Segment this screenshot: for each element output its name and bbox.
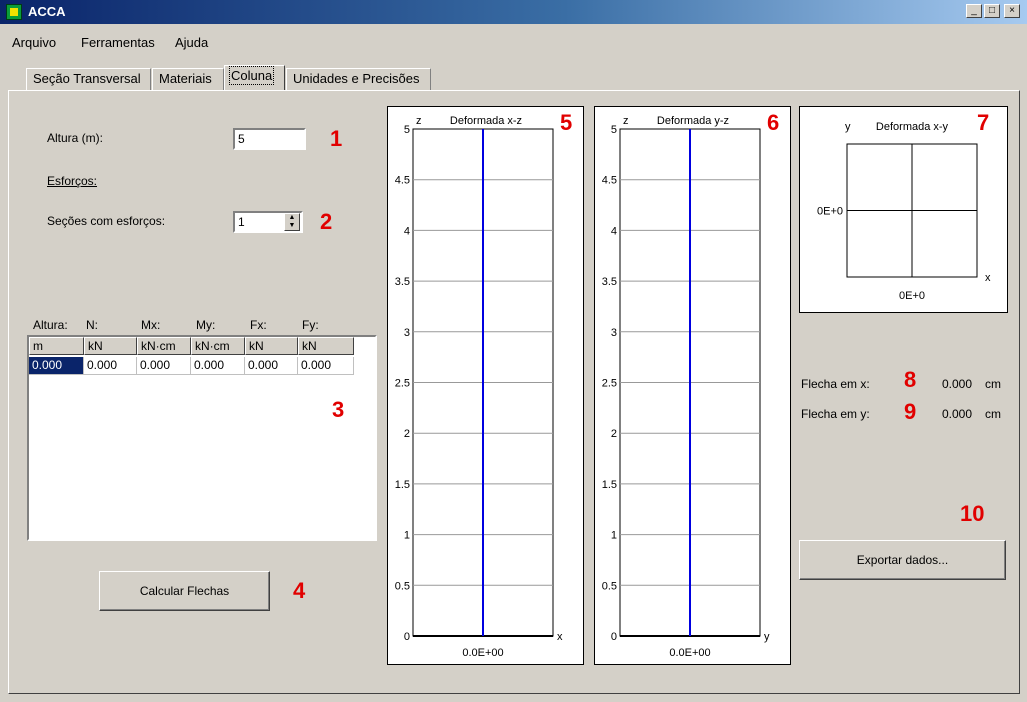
xy-y-tick-label: 0E+0 <box>817 206 843 218</box>
xz-y-tick-label: 2.5 <box>395 378 410 390</box>
menu-arquivo[interactable]: Arquivo <box>12 35 56 50</box>
spin-up-icon[interactable]: ▲ <box>285 214 299 222</box>
xz-y-tick-label: 0.5 <box>395 580 410 592</box>
plot-deformada-xy: y Deformada x-y 0E+0 x 0E+0 <box>799 106 1008 313</box>
yz-vaxis-label: z <box>623 115 629 127</box>
flecha-y-value: 0.000 <box>942 407 973 421</box>
grid-header-unit[interactable]: kN·cm <box>137 337 191 355</box>
tab-coluna-label: Coluna <box>228 66 275 85</box>
app-icon <box>6 4 22 20</box>
flecha-x-value: 0.000 <box>942 377 973 391</box>
yz-y-tick-label: 1 <box>611 530 617 542</box>
annotation-10: 10 <box>960 501 985 526</box>
xz-x-tick-label: 0.0E+00 <box>462 647 503 659</box>
grid-cell[interactable]: 0.000 <box>298 357 354 375</box>
grid-header-unit[interactable]: kN <box>298 337 354 355</box>
menu-ferramentas[interactable]: Ferramentas <box>81 35 155 50</box>
xz-y-tick-label: 4.5 <box>395 175 410 187</box>
grid-label-fx: Fx: <box>250 318 267 332</box>
flecha-x-unit: cm <box>985 377 1001 391</box>
xy-x-tick-label: 0E+0 <box>899 290 925 302</box>
xz-y-tick-label: 0 <box>404 631 410 643</box>
spin-down-icon[interactable]: ▼ <box>285 222 299 230</box>
xz-title: Deformada x-z <box>450 115 522 127</box>
chart-xz-svg: 5 4.5 4 3.5 3 2.5 2 1.5 1 0.5 0 z Deformada x-z x 0.0E… <box>395 115 563 659</box>
grid-header-unit[interactable]: kN <box>245 337 298 355</box>
xz-y-tick-label: 2 <box>404 428 410 440</box>
grid-header-unit[interactable]: m <box>29 337 84 355</box>
yz-y-tick-label: 0.5 <box>602 580 617 592</box>
grid-header-unit[interactable]: kN·cm <box>191 337 245 355</box>
xz-y-tick-label: 5 <box>404 124 410 136</box>
esforcos-label: Esforços: <box>47 174 98 188</box>
yz-title: Deformada y-z <box>657 115 729 127</box>
xz-vaxis-label: z <box>416 115 422 127</box>
yz-haxis-label: y <box>764 631 770 643</box>
close-button[interactable]: × <box>1004 4 1020 18</box>
plot-deformada-xz: 5 4.5 4 3.5 3 2.5 2 1.5 1 0.5 0 z Deformada x-z x 0.0E… <box>387 106 584 665</box>
esforcos-grid[interactable]: m kN kN·cm kN·cm kN kN 0.000 0.000 0.000… <box>27 335 377 541</box>
xy-title: Deformada x-y <box>876 121 949 133</box>
tab-secao-transversal[interactable]: Seção Transversal <box>26 68 151 90</box>
xz-y-tick-label: 1 <box>404 530 410 542</box>
xy-vaxis-label: y <box>845 121 851 133</box>
grid-cell[interactable]: 0.000 <box>29 357 84 375</box>
menu-ajuda[interactable]: Ajuda <box>175 35 208 50</box>
grid-label-mx: Mx: <box>141 318 161 332</box>
yz-y-tick-label: 4.5 <box>602 175 617 187</box>
xz-y-tick-label: 4 <box>404 225 410 237</box>
altura-label: Altura (m): <box>47 131 104 145</box>
chart-xy-svg: y Deformada x-y 0E+0 x 0E+0 <box>817 121 991 302</box>
grid-cell[interactable]: 0.000 <box>84 357 137 375</box>
xy-haxis-label: x <box>985 272 991 284</box>
plot-deformada-yz: 5 4.5 4 3.5 3 2.5 2 1.5 1 0.5 0 z Deformada y-z y 0.0E… <box>594 106 791 665</box>
chart-yz-svg: 5 4.5 4 3.5 3 2.5 2 1.5 1 0.5 0 z Deformada y-z y 0.0E… <box>602 115 770 659</box>
grid-label-n: N: <box>86 318 98 332</box>
grid-cell[interactable]: 0.000 <box>137 357 191 375</box>
xz-haxis-label: x <box>557 631 563 643</box>
grid-label-altura: Altura: <box>33 318 68 332</box>
yz-y-tick-label: 3 <box>611 327 617 339</box>
maximize-button[interactable]: □ <box>984 4 1000 18</box>
yz-y-tick-label: 4 <box>611 225 617 237</box>
altura-input[interactable]: 5 <box>233 128 306 150</box>
annotation-6: 6 <box>767 110 780 135</box>
flecha-y-label: Flecha em y: <box>801 407 870 421</box>
tab-coluna[interactable]: Coluna <box>224 65 285 90</box>
yz-y-tick-label: 2 <box>611 428 617 440</box>
annotation-2: 2 <box>320 209 333 234</box>
tab-materiais[interactable]: Materiais <box>152 68 224 90</box>
xz-y-tick-label: 3 <box>404 327 410 339</box>
annotation-4: 4 <box>293 578 306 603</box>
grid-header-unit[interactable]: kN <box>84 337 137 355</box>
exportar-dados-button[interactable]: Exportar dados... <box>799 540 1006 580</box>
annotation-9: 9 <box>904 399 917 424</box>
yz-y-tick-label: 0 <box>611 631 617 643</box>
grid-label-fy: Fy: <box>302 318 319 332</box>
flecha-y-unit: cm <box>985 407 1001 421</box>
xz-y-tick-label: 1.5 <box>395 479 410 491</box>
grid-cell[interactable]: 0.000 <box>191 357 245 375</box>
tab-unidades-precisoes[interactable]: Unidades e Precisões <box>286 68 431 90</box>
grid-cell[interactable]: 0.000 <box>245 357 298 375</box>
yz-x-tick-label: 0.0E+00 <box>669 647 710 659</box>
secoes-spin-buttons[interactable]: ▲ ▼ <box>284 213 300 231</box>
annotation-5: 5 <box>560 110 573 135</box>
annotation-7: 7 <box>977 110 990 135</box>
annotation-1: 1 <box>330 126 343 151</box>
secoes-label: Seções com esforços: <box>47 214 166 228</box>
flecha-x-label: Flecha em x: <box>801 377 870 391</box>
yz-y-tick-label: 5 <box>611 124 617 136</box>
yz-y-tick-label: 1.5 <box>602 479 617 491</box>
yz-y-tick-label: 3.5 <box>602 276 617 288</box>
calcular-flechas-button[interactable]: Calcular Flechas <box>99 571 270 611</box>
title-bar[interactable] <box>0 0 1027 24</box>
annotation-8: 8 <box>904 367 917 392</box>
minimize-button[interactable]: _ <box>966 4 982 18</box>
window-title: ACCA <box>28 4 66 19</box>
xz-y-tick-label: 3.5 <box>395 276 410 288</box>
annotation-3: 3 <box>332 397 345 422</box>
yz-y-tick-label: 2.5 <box>602 378 617 390</box>
grid-label-my: My: <box>196 318 216 332</box>
